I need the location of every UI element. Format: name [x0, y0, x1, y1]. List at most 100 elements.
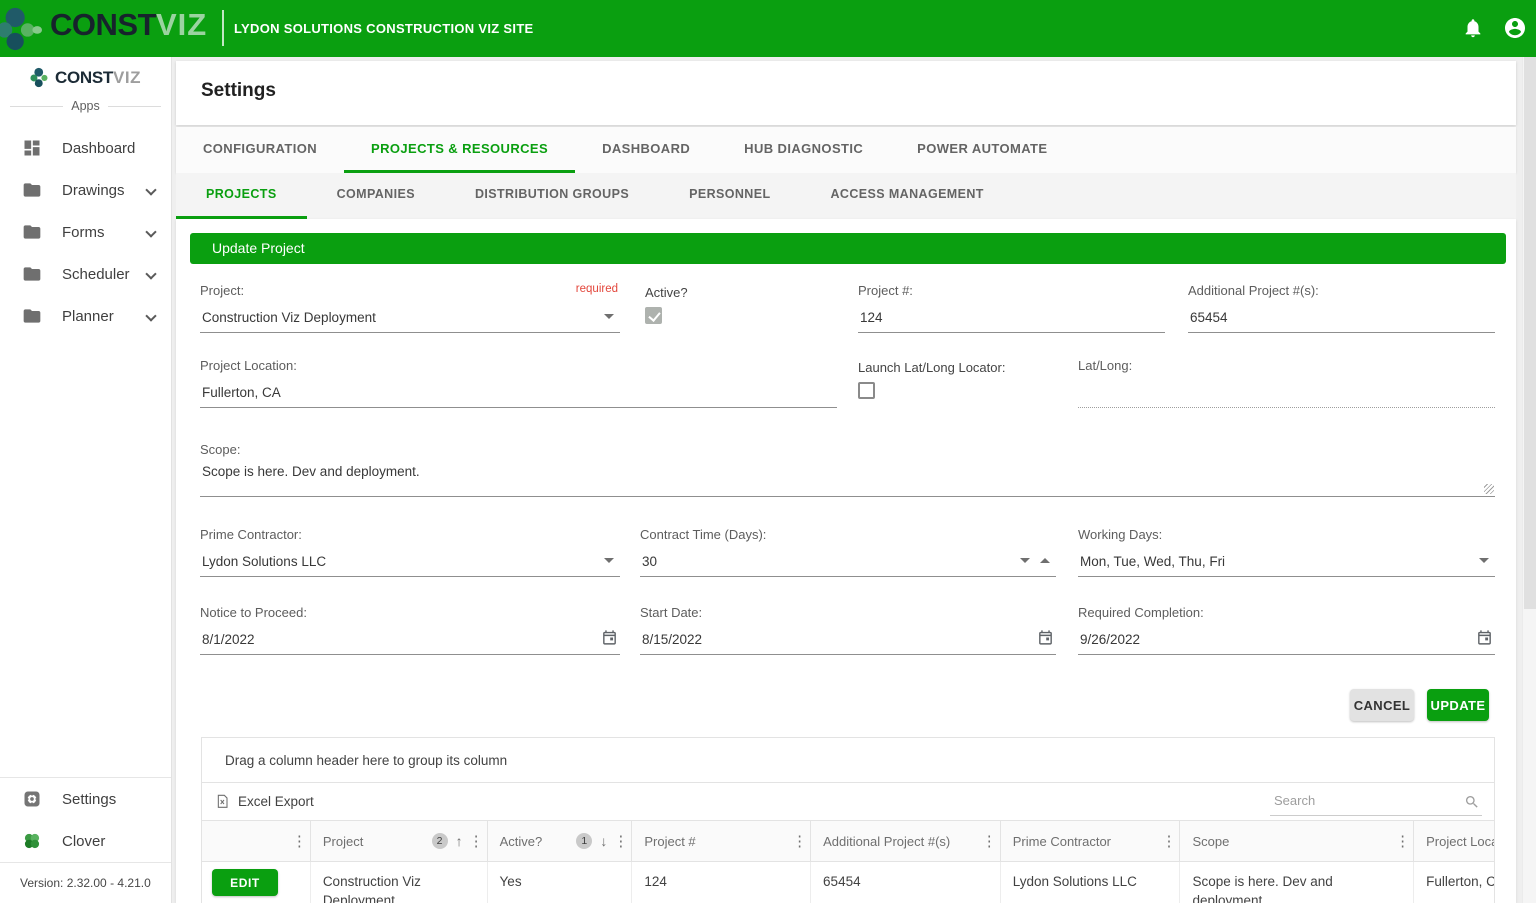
working-days-select[interactable]: Working Days: Mon, Tue, Wed, Thu, Fri — [1078, 527, 1495, 577]
subtab-projects[interactable]: PROJECTS — [176, 173, 307, 219]
field-label: Project: — [200, 283, 244, 298]
sort-order-badge: 2 — [432, 833, 448, 849]
sidebar-item-label: Dashboard — [62, 140, 135, 157]
notifications-bell-icon[interactable] — [1462, 17, 1484, 39]
field-label: Launch Lat/Long Locator: — [858, 360, 1005, 375]
column-header-scope[interactable]: Scope — [1180, 821, 1414, 861]
stepper-down-icon[interactable] — [1020, 558, 1030, 563]
search-input[interactable] — [1270, 788, 1455, 808]
contract-time-stepper[interactable]: Contract Time (Days): 30 — [640, 527, 1056, 577]
chevron-down-icon[interactable] — [604, 558, 614, 563]
field-label: Notice to Proceed: — [200, 605, 307, 620]
column-header-additional-project-numbers[interactable]: Additional Project #(s) — [811, 821, 1001, 861]
group-by-drop-zone[interactable]: Drag a column header here to group its c… — [201, 737, 1495, 783]
sidebar-item-scheduler[interactable]: Scheduler — [0, 253, 171, 295]
resize-handle[interactable] — [1484, 484, 1494, 494]
sidebar-item-dashboard[interactable]: Dashboard — [0, 127, 171, 169]
prime-contractor-select[interactable]: Prime Contractor: Lydon Solutions LLC — [200, 527, 620, 577]
tab-hub-diagnostic[interactable]: HUB DIAGNOSTIC — [717, 127, 890, 173]
column-label: Additional Project #(s) — [823, 834, 950, 849]
column-menu-icon[interactable] — [982, 832, 992, 850]
notice-to-proceed-date[interactable]: Notice to Proceed: 8/1/2022 — [200, 605, 620, 655]
field-value: Lydon Solutions LLC — [202, 554, 326, 569]
column-menu-icon[interactable] — [792, 832, 802, 850]
required-completion-date[interactable]: Required Completion: 9/26/2022 — [1078, 605, 1495, 655]
column-header-project[interactable]: Project 2 — [311, 821, 488, 861]
sidebar-item-label: Drawings — [62, 182, 125, 199]
chevron-down-icon[interactable] — [145, 310, 156, 321]
excel-export-button[interactable]: Excel Export — [215, 794, 314, 810]
column-menu-icon[interactable] — [1161, 832, 1171, 850]
constviz-logo-icon — [0, 6, 42, 52]
folder-icon — [22, 222, 42, 242]
column-menu-icon[interactable] — [613, 832, 623, 850]
sort-desc-icon — [600, 833, 607, 849]
scrollbar-thumb[interactable] — [1524, 57, 1536, 609]
column-header-active[interactable]: Active? 1 — [488, 821, 633, 861]
column-menu-icon[interactable] — [1395, 832, 1405, 850]
cancel-button[interactable]: CANCEL — [1350, 689, 1414, 721]
start-date[interactable]: Start Date: 8/15/2022 — [640, 605, 1056, 655]
apps-label: Apps — [71, 99, 100, 113]
additional-project-numbers-input[interactable]: Additional Project #(s): 65454 — [1188, 283, 1495, 333]
sidebar-item-drawings[interactable]: Drawings — [0, 169, 171, 211]
field-value: 9/26/2022 — [1080, 632, 1140, 647]
subtab-access-management[interactable]: ACCESS MANAGEMENT — [800, 173, 1013, 219]
launch-latlong-checkbox[interactable] — [858, 382, 875, 399]
column-header-project-location[interactable]: Project Location — [1414, 821, 1494, 861]
column-label: Project # — [644, 834, 695, 849]
launch-latlong-check-field: Launch Lat/Long Locator: — [858, 360, 1005, 375]
sidebar-item-planner[interactable]: Planner — [0, 295, 171, 337]
stepper-up-icon[interactable] — [1040, 558, 1050, 563]
column-menu-icon[interactable] — [292, 832, 302, 850]
field-label: Scope: — [200, 442, 240, 457]
tab-projects-resources[interactable]: PROJECTS & RESOURCES — [344, 127, 575, 173]
grid-search — [1270, 788, 1482, 816]
field-label: Prime Contractor: — [200, 527, 302, 542]
brand-const: CONST — [50, 7, 156, 42]
account-icon[interactable] — [1503, 16, 1527, 40]
divider — [108, 106, 161, 107]
sidebar-item-label: Clover — [62, 833, 105, 850]
update-button[interactable]: UPDATE — [1427, 689, 1489, 721]
column-header-prime-contractor[interactable]: Prime Contractor — [1001, 821, 1181, 861]
latlong-input[interactable]: Lat/Long: — [1078, 358, 1495, 408]
subtab-personnel[interactable]: PERSONNEL — [659, 173, 800, 219]
column-label: Prime Contractor — [1013, 834, 1111, 849]
constviz-logo-icon — [30, 67, 51, 88]
chevron-down-icon[interactable] — [145, 184, 156, 195]
page-scrollbar[interactable] — [1522, 57, 1536, 903]
sidebar-item-forms[interactable]: Forms — [0, 211, 171, 253]
apps-section-label: Apps — [0, 97, 171, 115]
tab-power-automate[interactable]: POWER AUTOMATE — [890, 127, 1074, 173]
secondary-tabs: PROJECTS COMPANIES DISTRIBUTION GROUPS P… — [176, 173, 1516, 219]
edit-row-button[interactable]: EDIT — [212, 869, 278, 896]
calendar-icon[interactable] — [601, 629, 618, 646]
chevron-down-icon[interactable] — [145, 268, 156, 279]
calendar-icon[interactable] — [1476, 629, 1493, 646]
sidebar-item-label: Settings — [62, 791, 116, 808]
brand-viz: VIZ — [156, 7, 207, 42]
active-cell: Yes — [488, 862, 633, 903]
calendar-icon[interactable] — [1037, 629, 1054, 646]
project-location-input[interactable]: Project Location: Fullerton, CA — [200, 358, 837, 408]
page-header-card: Settings — [176, 61, 1516, 125]
tab-dashboard[interactable]: DASHBOARD — [575, 127, 717, 173]
project-number-input[interactable]: Project #: 124 — [858, 283, 1165, 333]
sidebar-item-settings[interactable]: Settings — [0, 778, 171, 820]
project-select[interactable]: Project: required Construction Viz Deplo… — [200, 283, 620, 333]
column-menu-icon[interactable] — [469, 832, 479, 850]
active-checkbox[interactable] — [645, 307, 662, 324]
chevron-down-icon[interactable] — [604, 314, 614, 319]
field-value: 8/15/2022 — [642, 632, 702, 647]
subtab-distribution-groups[interactable]: DISTRIBUTION GROUPS — [445, 173, 659, 219]
column-header-project-number[interactable]: Project # — [632, 821, 811, 861]
chevron-down-icon[interactable] — [145, 226, 156, 237]
subtab-companies[interactable]: COMPANIES — [307, 173, 445, 219]
sidebar-item-clover[interactable]: Clover — [0, 820, 171, 862]
grid-data-row: EDIT Construction Viz Deployment Yes 124… — [201, 862, 1495, 903]
chevron-down-icon[interactable] — [1479, 558, 1489, 563]
tab-configuration[interactable]: CONFIGURATION — [176, 127, 344, 173]
scope-textarea[interactable]: Scope: Scope is here. Dev and deployment… — [200, 442, 1495, 497]
search-icon[interactable] — [1464, 794, 1480, 810]
